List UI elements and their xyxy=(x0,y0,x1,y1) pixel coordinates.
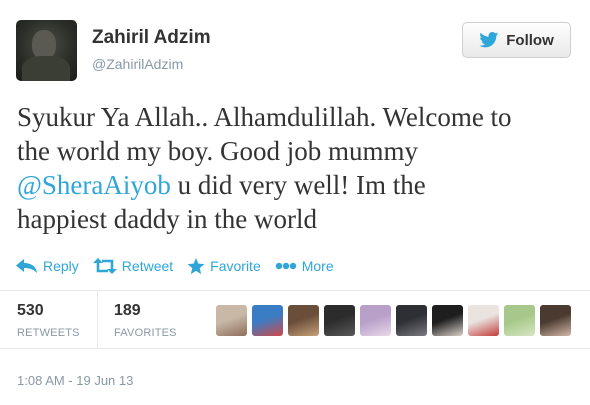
favorites-stat[interactable]: 189 FAVORITES xyxy=(114,302,177,339)
star-icon xyxy=(187,257,205,274)
more-button[interactable]: More xyxy=(275,258,334,274)
favoriter-avatar[interactable] xyxy=(288,305,319,336)
reply-button[interactable]: Reply xyxy=(16,258,79,274)
tweet-timestamp[interactable]: 1:08 AM - 19 Jun 13 xyxy=(17,373,133,388)
favoriter-avatar[interactable] xyxy=(468,305,499,336)
tweet-line: Syukur Ya Allah.. Alhamdulillah. Welcome… xyxy=(17,102,512,132)
retweet-label: Retweet xyxy=(121,258,174,274)
tweet-line-rest: u did very well! Im the xyxy=(170,170,426,200)
favorite-label: Favorite xyxy=(210,258,261,274)
favorite-button[interactable]: Favorite xyxy=(187,257,261,275)
more-dots-icon xyxy=(275,262,296,270)
tweet-line: @SheraAiyob u did very well! Im the xyxy=(17,168,577,202)
favoriter-avatar[interactable] xyxy=(540,305,571,336)
favoriter-avatar[interactable] xyxy=(396,305,427,336)
follow-button[interactable]: Follow xyxy=(462,22,571,58)
mention-link[interactable]: @SheraAiyob xyxy=(17,170,171,200)
favoriter-avatar[interactable] xyxy=(324,305,355,336)
retweets-count: 530 xyxy=(17,302,44,319)
retweet-button[interactable]: Retweet xyxy=(92,258,174,274)
user-handle[interactable]: @ZahirilAdzim xyxy=(92,56,183,72)
favoriter-avatar[interactable] xyxy=(360,305,391,336)
reply-icon xyxy=(16,259,37,273)
retweet-icon xyxy=(92,258,117,274)
favoriter-avatar[interactable] xyxy=(432,305,463,336)
user-name[interactable]: Zahiril Adzim xyxy=(92,27,211,49)
favoriter-avatars xyxy=(216,305,571,336)
stats-divider xyxy=(97,290,98,348)
favoriter-avatar[interactable] xyxy=(216,305,247,336)
avatar[interactable] xyxy=(16,20,77,81)
favorites-count: 189 xyxy=(114,302,141,319)
tweet-text: Syukur Ya Allah.. Alhamdulillah. Welcome… xyxy=(17,100,577,236)
follow-button-label: Follow xyxy=(506,31,554,49)
retweets-stat[interactable]: 530 RETWEETS xyxy=(17,302,80,339)
avatar-body xyxy=(22,56,70,81)
tweet-line: happiest daddy in the world xyxy=(17,204,317,234)
favorites-label: FAVORITES xyxy=(114,327,177,339)
favoriter-avatar[interactable] xyxy=(504,305,535,336)
twitter-bird-icon xyxy=(479,32,499,48)
tweet-actions: Reply Retweet Favorite More xyxy=(16,256,348,276)
more-label: More xyxy=(301,258,334,274)
divider xyxy=(0,348,590,349)
favoriter-avatar[interactable] xyxy=(252,305,283,336)
retweets-label: RETWEETS xyxy=(17,327,80,339)
tweet-line: the world my boy. Good job mummy xyxy=(17,136,418,166)
reply-label: Reply xyxy=(43,258,79,274)
